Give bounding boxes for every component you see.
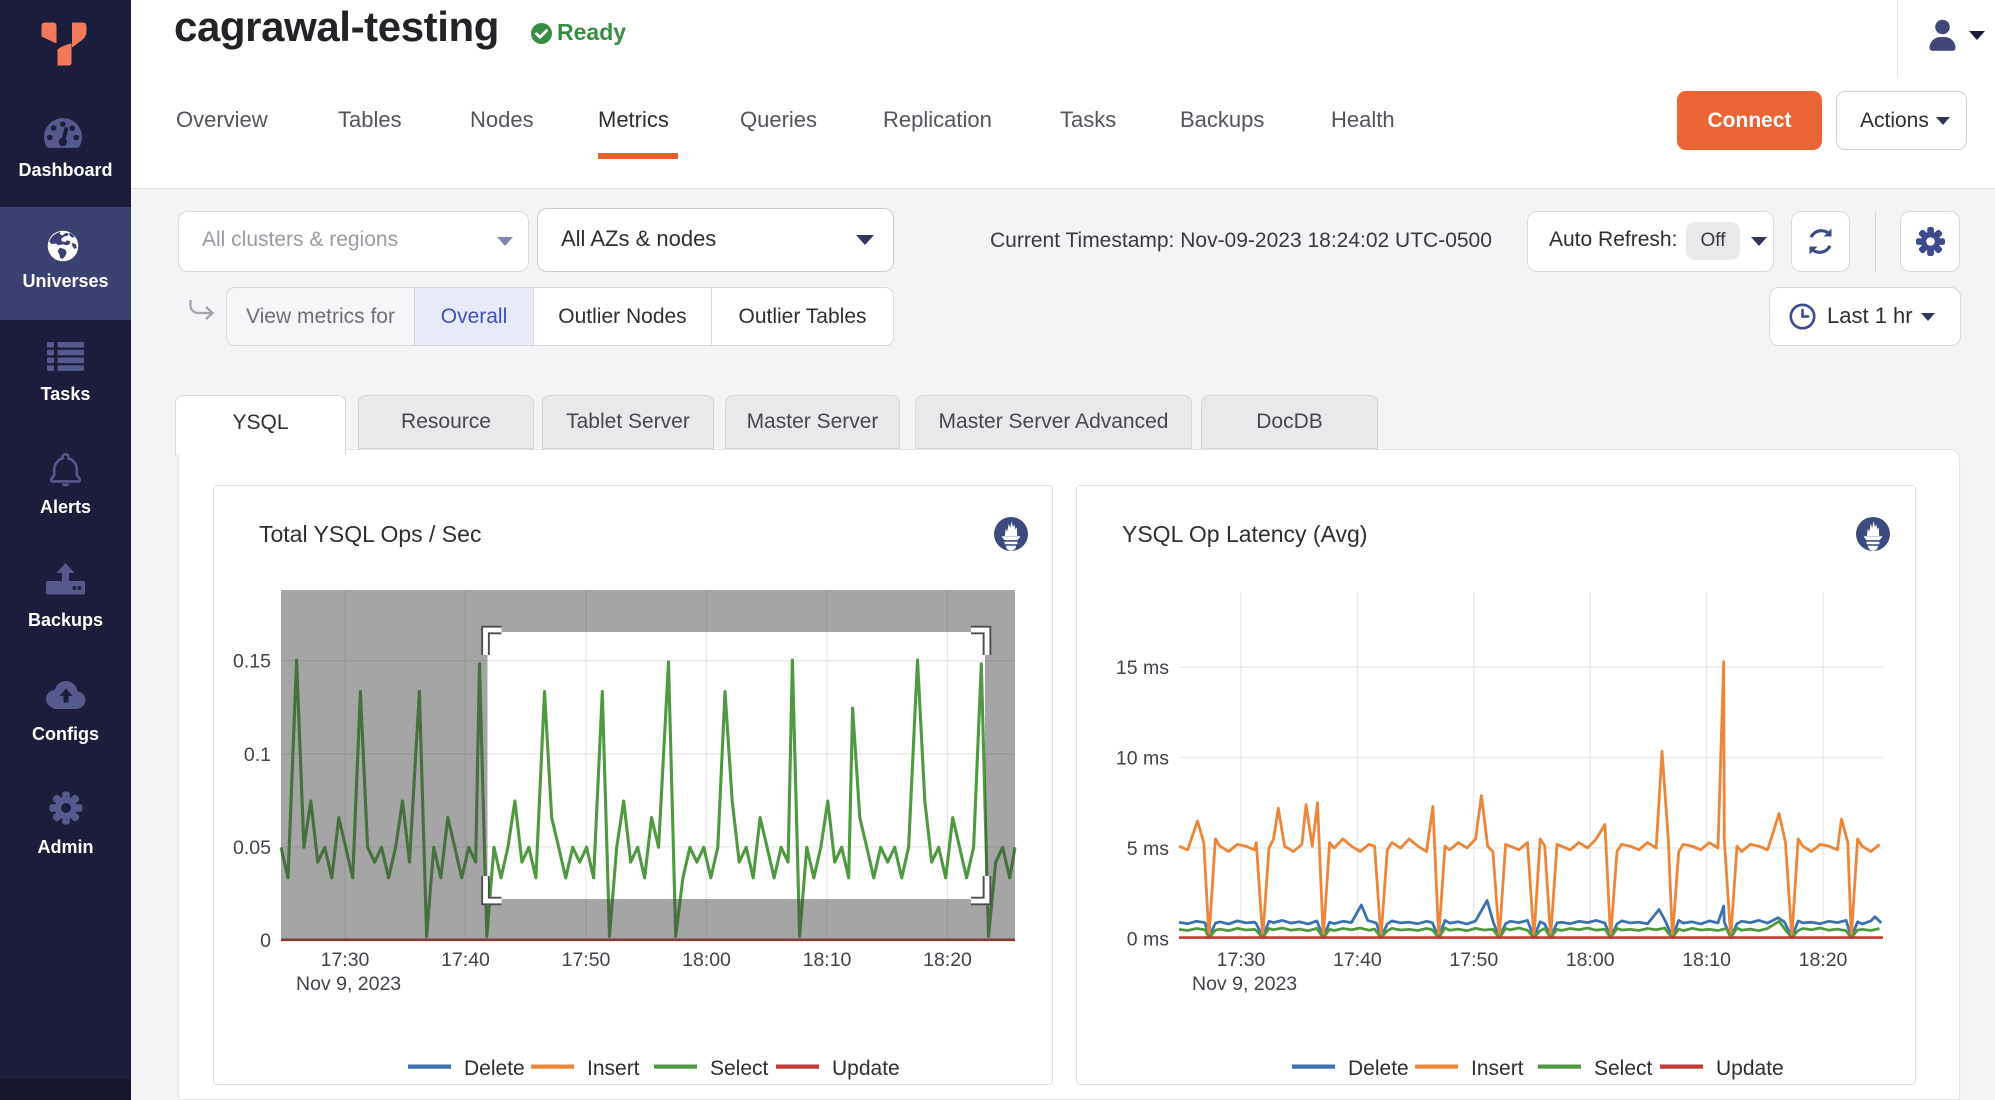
svg-text:17:40: 17:40 [441,949,490,971]
svg-text:Insert: Insert [587,1057,640,1080]
svg-text:18:10: 18:10 [803,949,852,971]
svg-text:Select: Select [710,1057,769,1080]
svg-text:17:30: 17:30 [1217,949,1266,971]
svg-text:17:40: 17:40 [1333,949,1382,971]
svg-text:18:20: 18:20 [923,949,972,971]
svg-text:Update: Update [1716,1057,1784,1080]
svg-text:17:50: 17:50 [1449,949,1498,971]
svg-text:18:00: 18:00 [1566,949,1615,971]
svg-text:17:30: 17:30 [321,949,370,971]
svg-text:0.1: 0.1 [244,744,271,766]
svg-text:Delete: Delete [464,1057,525,1080]
svg-text:18:20: 18:20 [1799,949,1848,971]
svg-text:Nov 9, 2023: Nov 9, 2023 [1192,973,1297,995]
svg-text:0.15: 0.15 [233,651,271,673]
svg-text:Update: Update [832,1057,900,1080]
svg-text:10 ms: 10 ms [1116,748,1169,770]
svg-text:Insert: Insert [1471,1057,1524,1080]
svg-text:17:50: 17:50 [562,949,611,971]
svg-text:Nov 9, 2023: Nov 9, 2023 [296,973,401,995]
svg-text:18:00: 18:00 [682,949,731,971]
svg-text:18:10: 18:10 [1682,949,1731,971]
svg-text:5 ms: 5 ms [1127,838,1170,860]
svg-text:0 ms: 0 ms [1127,929,1170,951]
svg-text:Delete: Delete [1348,1057,1409,1080]
svg-text:0: 0 [260,930,271,952]
svg-text:15 ms: 15 ms [1116,657,1169,679]
svg-text:Select: Select [1594,1057,1653,1080]
svg-text:0.05: 0.05 [233,837,271,859]
